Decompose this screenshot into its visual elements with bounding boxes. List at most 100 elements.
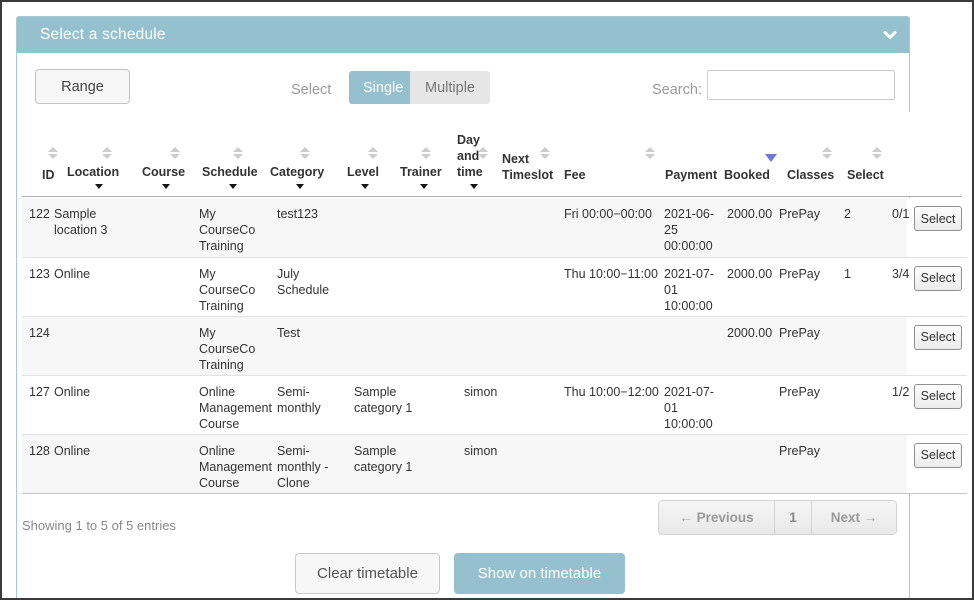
filter-arrow-icon[interactable] xyxy=(296,184,304,189)
cell-id: 122 xyxy=(22,198,47,257)
sort-icon[interactable] xyxy=(48,147,58,159)
cell-course: Online Management Course xyxy=(192,375,270,434)
sort-icon[interactable] xyxy=(540,147,550,159)
cell-booked xyxy=(837,316,885,375)
sort-desc-icon[interactable] xyxy=(765,154,777,162)
table-row: 128 Online Online Management Course Semi… xyxy=(22,434,967,493)
cell-course: My CourseCo Training xyxy=(192,257,270,316)
filter-arrow-icon[interactable] xyxy=(470,184,478,189)
cell-id: 124 xyxy=(22,316,47,375)
select-row-button[interactable]: Select xyxy=(914,206,962,231)
cell-payment: PrePay xyxy=(772,434,837,493)
select-row-button[interactable]: Select xyxy=(914,325,962,350)
filter-arrow-icon[interactable] xyxy=(95,184,103,189)
cell-schedule: Test xyxy=(270,316,347,375)
column-header-day-and-time[interactable]: Day and time xyxy=(457,132,491,189)
select-mode-label: Select xyxy=(291,82,331,98)
filter-arrow-icon[interactable] xyxy=(420,184,428,189)
column-header-select[interactable]: Select xyxy=(847,167,887,183)
range-button[interactable]: Range xyxy=(35,69,130,104)
column-header-location[interactable]: Location xyxy=(67,164,131,189)
column-header-fee[interactable]: Fee xyxy=(564,167,594,183)
sort-icon[interactable] xyxy=(233,147,243,159)
schedule-table: 122 Sample location 3 My CourseCo Traini… xyxy=(22,198,967,494)
table-row: 123 Online My CourseCo Training July Sch… xyxy=(22,257,967,316)
previous-page-button[interactable]: ← Previous xyxy=(658,500,775,535)
select-row-button[interactable]: Select xyxy=(914,384,962,409)
sort-icon[interactable] xyxy=(822,147,832,159)
sort-icon[interactable] xyxy=(478,147,488,159)
cell-trainer: simon xyxy=(457,375,557,434)
column-header-course[interactable]: Course xyxy=(142,164,190,189)
column-header-level[interactable]: Level xyxy=(347,164,383,189)
cell-trainer xyxy=(457,198,557,257)
column-header-classes[interactable]: Classes xyxy=(787,167,837,183)
sort-icon[interactable] xyxy=(872,147,882,159)
cell-next-timeslot: 2021-07-01 10:00:00 xyxy=(657,257,720,316)
select-row-button[interactable]: Select xyxy=(914,266,962,291)
sort-icon[interactable] xyxy=(300,147,310,159)
clear-timetable-button[interactable]: Clear timetable xyxy=(295,553,440,594)
cell-payment: PrePay xyxy=(772,198,837,257)
multiple-mode-button[interactable]: Multiple xyxy=(410,71,490,104)
cell-fee xyxy=(720,434,772,493)
filter-arrow-icon[interactable] xyxy=(229,184,237,189)
cell-payment: PrePay xyxy=(772,375,837,434)
cell-next-timeslot xyxy=(657,434,720,493)
single-mode-button[interactable]: Single xyxy=(349,71,410,104)
cell-fee: 2000.00 xyxy=(720,257,772,316)
cell-day-time xyxy=(557,434,657,493)
entries-info: Showing 1 to 5 of 5 entries xyxy=(22,518,176,533)
cell-classes: 1/2 xyxy=(885,375,907,434)
cell-trainer: simon xyxy=(457,434,557,493)
cell-classes: 0/1 xyxy=(885,198,907,257)
cell-location: Sample location 3 xyxy=(47,198,192,257)
cell-payment: PrePay xyxy=(772,257,837,316)
sort-icon[interactable] xyxy=(645,147,655,159)
filter-arrow-icon[interactable] xyxy=(162,184,170,189)
search-label: Search: xyxy=(652,82,702,98)
show-on-timetable-button[interactable]: Show on timetable xyxy=(454,553,625,594)
column-header-category[interactable]: Category xyxy=(270,164,330,189)
cell-category xyxy=(347,316,422,375)
pagination: ← Previous 1 Next → xyxy=(658,500,897,535)
column-header-booked[interactable]: Booked xyxy=(724,167,772,183)
cell-schedule: Semi-monthly - Clone xyxy=(270,434,347,493)
table-row: 122 Sample location 3 My CourseCo Traini… xyxy=(22,198,967,257)
search-input[interactable] xyxy=(707,70,895,100)
chevron-down-icon[interactable] xyxy=(883,31,897,40)
cell-location: Online xyxy=(47,257,192,316)
cell-next-timeslot: 2021-06-25 00:00:00 xyxy=(657,198,720,257)
cell-select: Select xyxy=(907,198,967,257)
cell-id: 123 xyxy=(22,257,47,316)
cell-day-time: Thu 10:00−12:00 xyxy=(557,375,657,434)
page-number-button[interactable]: 1 xyxy=(775,500,812,535)
cell-fee: 2000.00 xyxy=(720,198,772,257)
cell-booked: 1 xyxy=(837,257,885,316)
cell-category xyxy=(347,198,422,257)
column-header-payment[interactable]: Payment xyxy=(665,167,725,183)
column-header-id[interactable]: ID xyxy=(42,167,66,183)
next-page-button[interactable]: Next → xyxy=(812,500,897,535)
cell-location: Online xyxy=(47,434,192,493)
column-header-trainer[interactable]: Trainer xyxy=(400,164,448,189)
cell-course: Online Management Course xyxy=(192,434,270,493)
cell-level xyxy=(422,198,457,257)
select-row-button[interactable]: Select xyxy=(914,443,962,468)
cell-booked xyxy=(837,434,885,493)
cell-category: Sample category 1 xyxy=(347,434,422,493)
column-header-next-timeslot[interactable]: Next Timeslot xyxy=(502,151,560,183)
cell-fee: 2000.00 xyxy=(720,316,772,375)
column-header-schedule[interactable]: Schedule xyxy=(202,164,264,189)
cell-booked xyxy=(837,375,885,434)
cell-location xyxy=(47,316,192,375)
cell-level xyxy=(422,257,457,316)
cell-next-timeslot: 2021-07-01 10:00:00 xyxy=(657,375,720,434)
filter-arrow-icon[interactable] xyxy=(361,184,369,189)
sort-icon[interactable] xyxy=(102,147,112,159)
sort-icon[interactable] xyxy=(170,147,180,159)
sort-icon[interactable] xyxy=(421,147,431,159)
panel-header[interactable]: Select a schedule xyxy=(17,17,909,53)
cell-id: 128 xyxy=(22,434,47,493)
sort-icon[interactable] xyxy=(368,147,378,159)
